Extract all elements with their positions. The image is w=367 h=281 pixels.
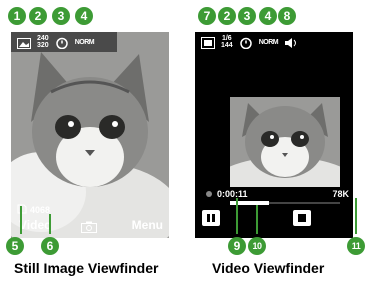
still-caption: Still Image Viewfinder [14, 260, 159, 276]
stop-icon[interactable] [293, 210, 311, 226]
callout: 4 [259, 7, 277, 25]
callout: 9 [228, 237, 246, 255]
callout: 3 [238, 7, 256, 25]
recording-time: 0:00:11 [217, 189, 248, 199]
callout: 4 [75, 7, 93, 25]
timer-icon [55, 36, 69, 50]
callout: 11 [347, 237, 365, 255]
status-bar: 240 320 NORM [11, 32, 117, 52]
camera-icon[interactable] [81, 220, 97, 233]
callout: 3 [52, 7, 70, 25]
cat-photo-video [230, 97, 340, 187]
image-size-indicator: 240 320 [37, 35, 49, 49]
callout: 1 [8, 7, 26, 25]
callout: 2 [29, 7, 47, 25]
quality-indicator: NORM [258, 38, 279, 46]
recording-indicator [206, 191, 212, 197]
image-mode-icon [17, 36, 31, 49]
memory-count: 4068 [30, 205, 51, 215]
callout: 8 [278, 7, 296, 25]
video-mode-icon [201, 36, 215, 49]
pause-icon[interactable] [202, 210, 220, 226]
callout: 2 [218, 7, 236, 25]
memory-card-icon [17, 204, 27, 216]
callout: 5 [6, 237, 24, 255]
quality-indicator: NORM [74, 38, 95, 46]
callout: 10 [248, 237, 266, 255]
file-size: 78K [332, 189, 349, 199]
callout: 6 [41, 237, 59, 255]
speaker-icon [284, 36, 298, 48]
menu-softkey[interactable]: Menu [132, 218, 163, 232]
callout: 7 [198, 7, 216, 25]
video-size-indicator: 1/6 144 [221, 35, 233, 49]
still-viewfinder-screen: 240 320 NORM 4068 Video Menu [11, 32, 169, 238]
video-softkey[interactable]: Video [19, 218, 51, 232]
timer-icon [239, 36, 253, 50]
video-viewfinder-screen: 1/6 144 NORM 0:00:11 78K [195, 32, 353, 238]
status-bar: 1/6 144 NORM [195, 32, 321, 52]
video-caption: Video Viewfinder [212, 260, 325, 276]
